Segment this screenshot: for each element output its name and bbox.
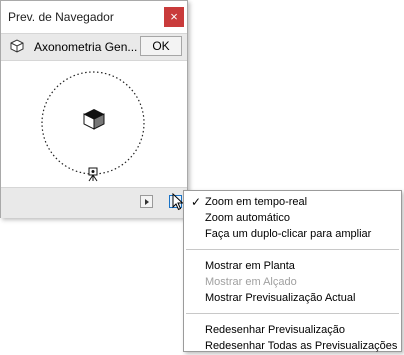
- menu-item-zoom-realtime[interactable]: ✓ Zoom em tempo-real: [184, 194, 401, 210]
- menu-item-show-current-preview[interactable]: Mostrar Previsualização Actual: [184, 290, 401, 306]
- menu-item-zoom-auto[interactable]: Zoom automático: [184, 210, 401, 226]
- view-bar: Axonometria Gen... OK: [1, 33, 187, 61]
- menu-item-show-in-plan[interactable]: Mostrar em Planta: [184, 258, 401, 274]
- navigator-preview-palette: Prev. de Navegador × Axonometria Gen... …: [0, 0, 188, 218]
- ok-button[interactable]: OK: [140, 36, 182, 56]
- play-icon: [145, 199, 149, 205]
- cube-view-icon: [10, 39, 24, 53]
- menu-item-show-in-elevation: Mostrar em Alçado: [205, 276, 297, 288]
- navigator-preview-svg: [41, 71, 145, 182]
- camera-tripod-icon: [88, 167, 98, 182]
- view-name-label: Axonometria Gen...: [34, 40, 138, 54]
- palette-title: Prev. de Navegador: [8, 10, 114, 24]
- house-model-icon: [83, 109, 105, 130]
- preview-area[interactable]: [1, 61, 187, 185]
- menu-separator: [186, 313, 399, 314]
- checkmark-icon: ✓: [191, 195, 202, 209]
- menu-separator: [186, 249, 399, 250]
- options-context-menu: ✓ Zoom em tempo-real Zoom automático Faç…: [183, 190, 402, 352]
- menu-item-redraw-all-previews[interactable]: Redesenhar Todas as Previsualizações: [184, 338, 401, 354]
- bottom-toolbar: [1, 187, 187, 218]
- menu-item-redraw-preview[interactable]: Redesenhar Previsualização: [184, 322, 401, 338]
- menu-item-double-click-zoom[interactable]: Faça um duplo-clicar para ampliar: [184, 226, 401, 242]
- play-button[interactable]: [140, 195, 153, 208]
- close-icon: ×: [170, 9, 178, 24]
- close-button[interactable]: ×: [164, 7, 184, 27]
- title-bar[interactable]: Prev. de Navegador ×: [1, 1, 187, 33]
